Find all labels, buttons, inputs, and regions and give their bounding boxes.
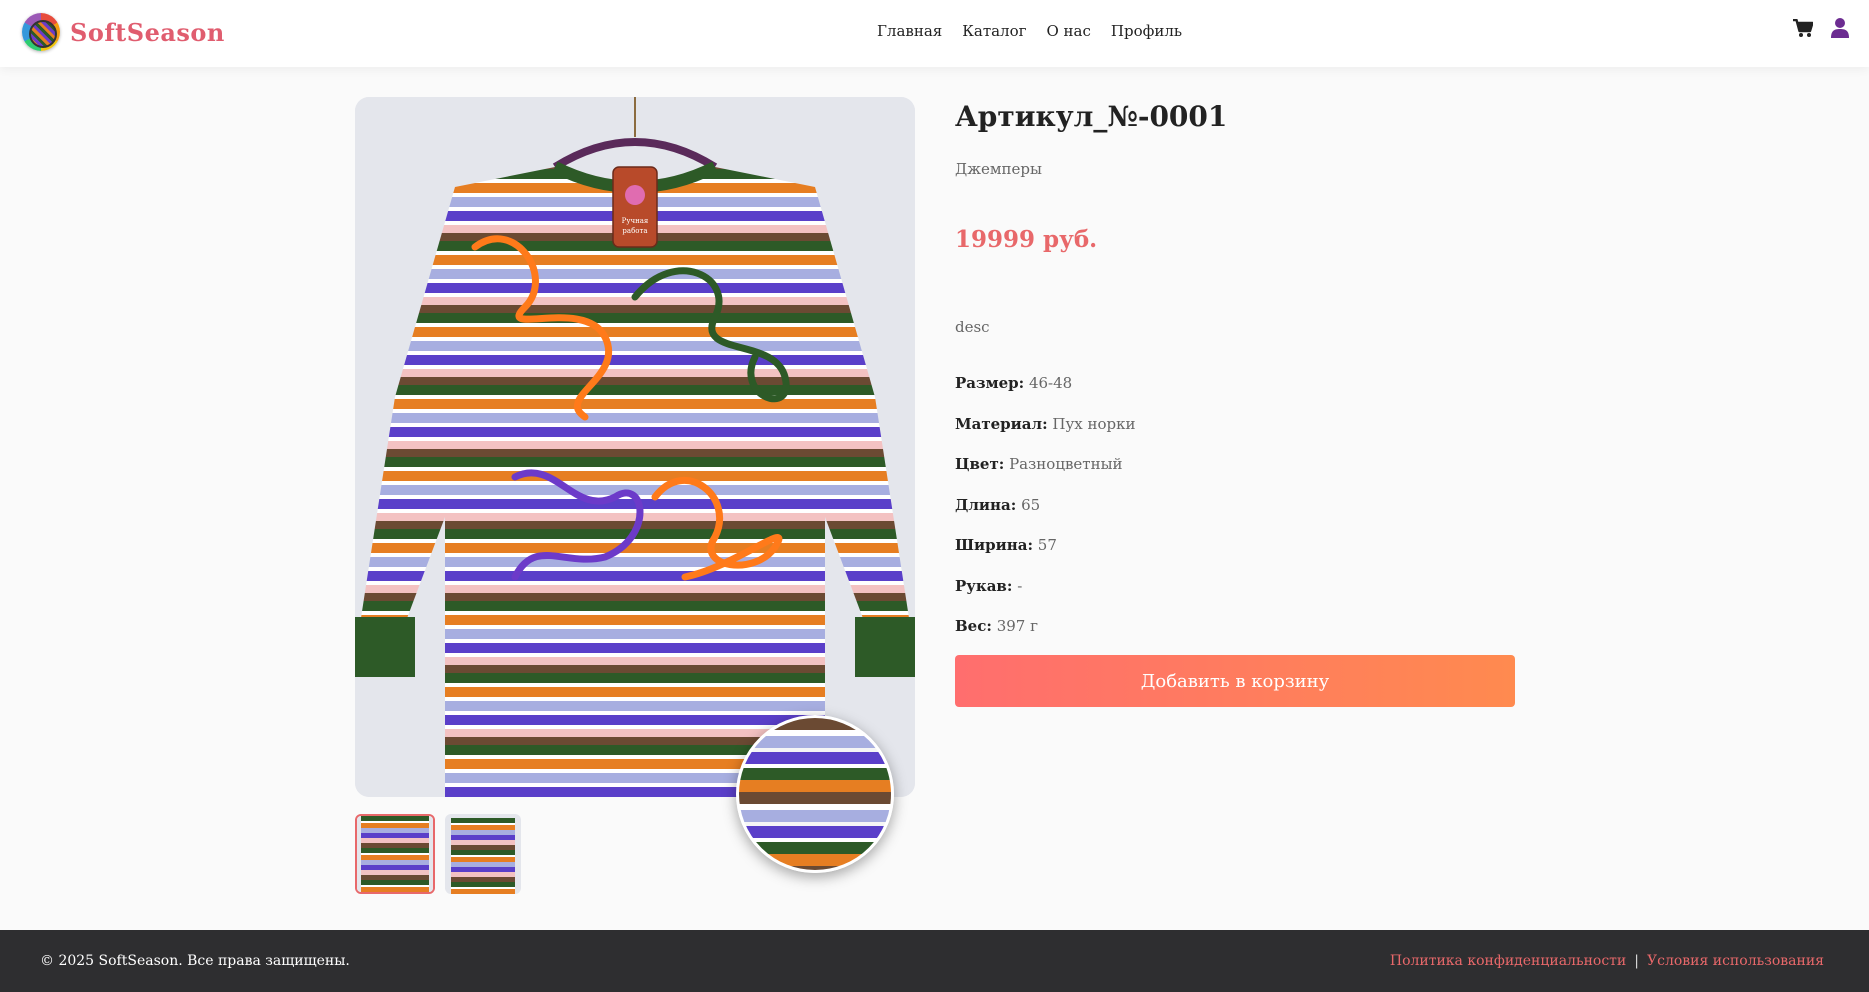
nav-catalog[interactable]: Каталог [962,22,1026,40]
footer-separator: | [1634,953,1639,969]
spec-material: Материал: Пух норки [955,414,1136,433]
header-actions [1793,18,1849,38]
add-to-cart-button[interactable]: Добавить в корзину [955,655,1515,707]
product-category: Джемперы [955,160,1042,178]
user-icon[interactable] [1831,18,1849,38]
brand-name: SoftSeason [70,17,225,47]
nav-home[interactable]: Главная [877,22,942,40]
thumbnail-1[interactable] [355,814,435,894]
sweater-photo: Ручная работа [355,97,915,797]
spec-weight: Вес: 397 г [955,617,1038,635]
thumbnail-2[interactable] [445,814,521,894]
spec-color: Цвет: Разноцветный [955,455,1123,473]
copyright-text: © 2025 SoftSeason. Все права защищены. [40,953,350,969]
nav-profile[interactable]: Профиль [1111,22,1182,40]
spec-size: Размер: 46-48 [955,374,1073,392]
product-description: desc [955,318,990,336]
nav-about[interactable]: О нас [1046,22,1090,40]
privacy-policy-link[interactable]: Политика конфиденциальности [1390,953,1626,969]
spec-list: Размер: 46-48 Материал: Пух норки Цвет: … [955,374,1136,658]
spec-length: Длина: 65 [955,495,1041,514]
footer-links: Политика конфиденциальности | Условия ис… [1390,953,1824,969]
hang-tag-text: Ручная [622,217,649,225]
site-header: SoftSeason Главная Каталог О нас Профиль [0,0,1869,67]
thumbnail-strip [355,814,521,894]
product-title: Артикул_№-0001 [955,100,1228,133]
zoom-lens [736,715,894,873]
site-footer: © 2025 SoftSeason. Все права защищены. П… [0,930,1869,992]
svg-text:работа: работа [622,227,647,235]
product-price: 19999 руб. [955,226,1098,253]
brand-logo[interactable]: SoftSeason [22,13,225,51]
product-main-image[interactable]: Ручная работа [355,97,915,797]
yarn-ball-icon [22,13,60,51]
terms-link[interactable]: Условия использования [1647,953,1824,969]
cart-icon[interactable] [1793,18,1813,38]
spec-sleeve: Рукав: - [955,576,1023,595]
main-nav: Главная Каталог О нас Профиль [877,22,1182,40]
spec-width: Ширина: 57 [955,536,1057,554]
